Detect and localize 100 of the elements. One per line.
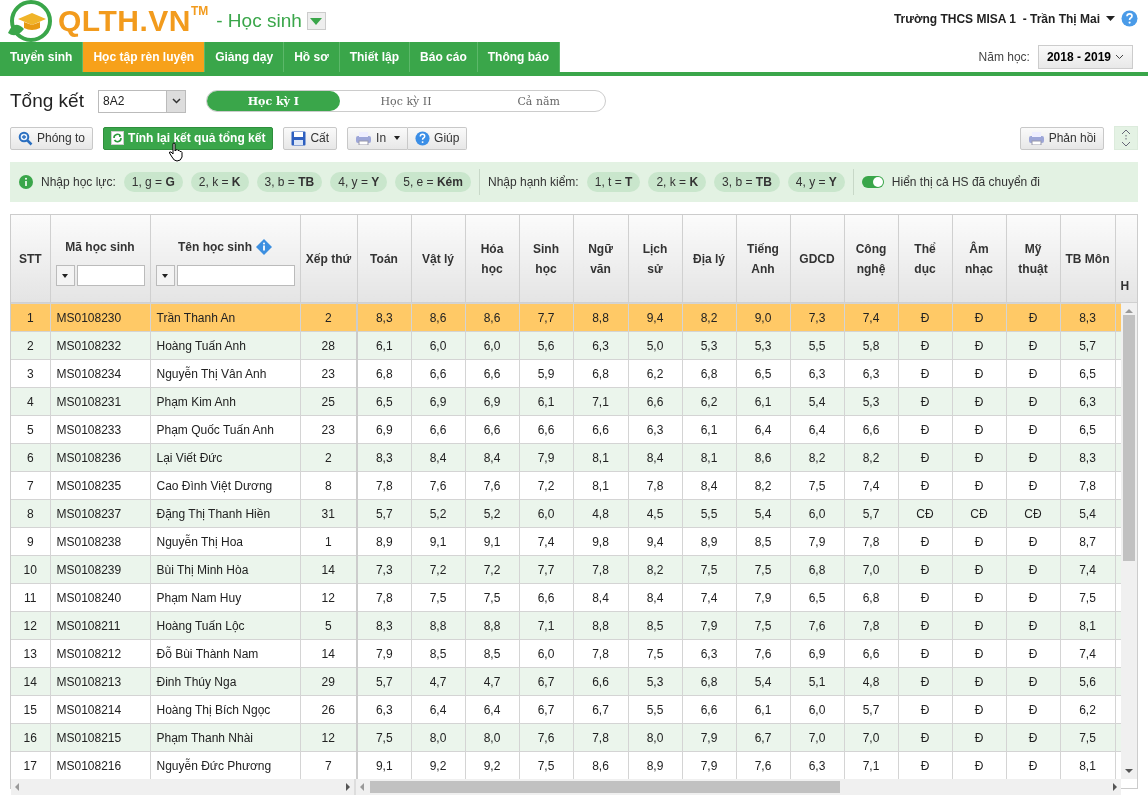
table-cell: MS0108212 — [50, 639, 150, 668]
table-cell: 7,2 — [519, 471, 573, 500]
table-cell: 15 — [11, 695, 50, 724]
table-cell: Đỗ Bùi Thành Nam — [150, 639, 300, 668]
column-header: Lịch sử — [628, 215, 682, 303]
filter-dropdown[interactable] — [155, 265, 175, 286]
feedback-button[interactable]: Phản hồi — [1019, 126, 1104, 150]
table-cell: Phạm Kim Anh — [150, 387, 300, 416]
table-cell: 6,6 — [844, 639, 898, 668]
nav-tab[interactable]: Tuyển sinh — [0, 42, 84, 72]
term-tab[interactable]: Cả năm — [472, 91, 605, 111]
table-cell: 2 — [300, 303, 357, 332]
table-cell: 7 — [11, 471, 50, 500]
table-cell: 16 — [11, 723, 50, 752]
column-header: Xếp thứ — [300, 215, 357, 303]
table-cell: 8,5 — [736, 527, 790, 556]
term-tab[interactable]: Học kỳ I — [207, 91, 340, 111]
table-cell: Đ — [1006, 303, 1060, 332]
horizontal-scrollbar[interactable] — [11, 779, 356, 795]
table-cell: 7,8 — [628, 471, 682, 500]
table-cell: 8,2 — [736, 471, 790, 500]
horizontal-scrollbar[interactable] — [356, 779, 1121, 795]
nav-tab[interactable]: Giảng dạy — [205, 42, 285, 72]
toggle-switch[interactable] — [861, 176, 884, 188]
table-cell: 7,8 — [357, 583, 411, 612]
vertical-scrollbar[interactable] — [1121, 303, 1137, 779]
table-cell: 6,6 — [411, 359, 465, 388]
expand-button[interactable] — [1114, 126, 1138, 150]
caret-icon[interactable] — [1106, 15, 1115, 22]
table-cell: Đ — [898, 303, 952, 332]
column-header: Hóa học — [465, 215, 519, 303]
table-cell: Đ — [898, 695, 952, 724]
filter-field[interactable] — [176, 265, 295, 286]
info-icon — [19, 175, 33, 189]
nav-tab[interactable]: Thông báo — [477, 42, 561, 72]
column-header: GDCD — [790, 215, 844, 303]
table-cell: Phạm Thanh Nhài — [150, 723, 300, 752]
account-menu[interactable]: Trường THCS MISA 1 - Trần Thị Mai — [893, 11, 1100, 26]
table-cell: 8,9 — [682, 527, 736, 556]
table-cell: 7,4 — [844, 303, 898, 332]
table-cell: 6,8 — [682, 359, 736, 388]
column-header: Toán — [357, 215, 411, 303]
filter-dropdown[interactable] — [55, 265, 75, 286]
table-cell: Đ — [898, 527, 952, 556]
table-cell: 6,0 — [790, 695, 844, 724]
help-icon[interactable] — [1121, 10, 1138, 27]
column-header: Mỹ thuật — [1006, 215, 1060, 303]
table-cell: 6,7 — [573, 695, 628, 724]
table-cell: MS0108230 — [50, 303, 150, 332]
table-cell: 6,0 — [519, 639, 573, 668]
column-header: Ngữ văn — [573, 215, 628, 303]
table-cell: Đinh Thúy Nga — [150, 667, 300, 696]
column-header: STT — [11, 215, 50, 303]
zoom-button[interactable]: Phóng to — [10, 126, 94, 150]
column-header: Mã học sinh — [50, 215, 150, 303]
table-cell: 8,4 — [573, 583, 628, 612]
table-cell: 2 — [11, 331, 50, 360]
academic-label: Nhập học lực: — [41, 175, 116, 189]
nav-tab[interactable]: Hồ sơ — [284, 42, 340, 72]
nav-tab[interactable]: Thiết lập — [339, 42, 411, 72]
table-cell: 6,8 — [357, 359, 411, 388]
table-cell: 8,2 — [682, 303, 736, 332]
school-year-select[interactable]: 2018 - 2019 — [1037, 45, 1133, 69]
print-button[interactable]: In — [347, 126, 409, 150]
table-cell: Đ — [1006, 639, 1060, 668]
column-header: Âm nhạc — [952, 215, 1006, 303]
table-cell: Đ — [898, 471, 952, 500]
table-cell: 13 — [11, 639, 50, 668]
table-cell: 7,5 — [628, 639, 682, 668]
nav-tab[interactable]: Báo cáo — [410, 42, 478, 72]
table-cell: 8,6 — [465, 303, 519, 332]
table-cell: 7,4 — [682, 583, 736, 612]
term-tab[interactable]: Học kỳ II — [339, 91, 473, 111]
table-cell: 8,9 — [357, 527, 411, 556]
class-select[interactable]: 8A2 — [98, 89, 186, 113]
help-button[interactable]: Giúp — [408, 126, 468, 150]
table-cell: Đ — [898, 415, 952, 444]
recalculate-button[interactable]: Tính lại kết quả tổng kết — [103, 126, 274, 150]
table-cell: 8,4 — [682, 471, 736, 500]
table-cell: 6,4 — [465, 695, 519, 724]
table-cell: Nguyễn Thị Vân Anh — [150, 359, 300, 388]
module-dropdown[interactable] — [306, 12, 326, 30]
table-cell: 1 — [11, 303, 50, 332]
filter-field[interactable] — [76, 265, 145, 286]
table-cell: 6,6 — [519, 415, 573, 444]
table-cell: Đ — [952, 359, 1006, 388]
table-cell: 6,4 — [411, 695, 465, 724]
table-cell: Phạm Quốc Tuấn Anh — [150, 415, 300, 444]
table-cell: 6,6 — [465, 415, 519, 444]
table-cell: 6,6 — [682, 695, 736, 724]
table-cell: 7,9 — [357, 639, 411, 668]
table-cell: 7,4 — [1060, 639, 1115, 668]
table-cell: 7,9 — [790, 527, 844, 556]
table-cell: 8,5 — [411, 639, 465, 668]
table-cell: Đ — [1006, 527, 1060, 556]
table-cell: 7,8 — [844, 527, 898, 556]
column-header: Tên học sinh — [150, 215, 300, 303]
save-button[interactable]: Cất — [283, 126, 338, 150]
table-cell: 6,4 — [790, 415, 844, 444]
table-cell: 7,6 — [411, 471, 465, 500]
